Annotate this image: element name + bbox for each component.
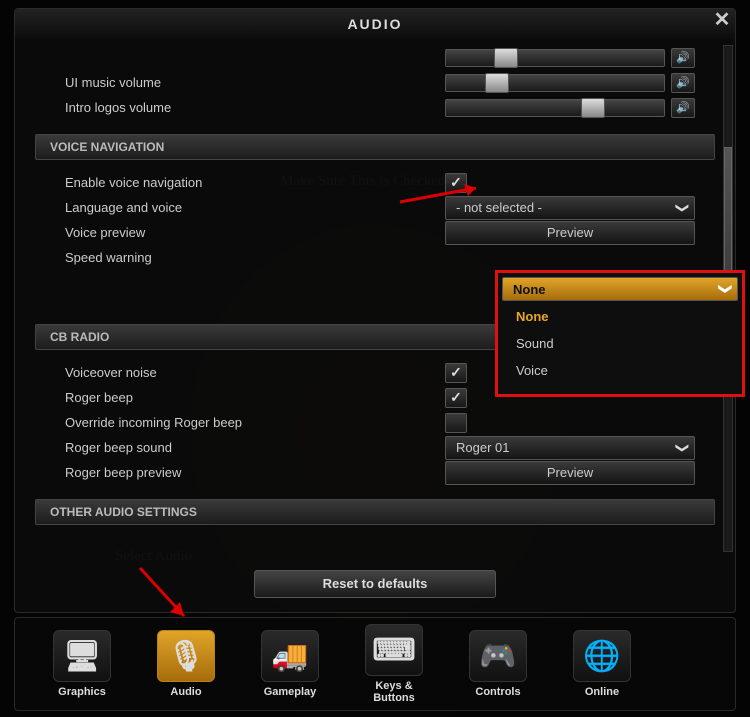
nav-controls[interactable]: 🎮 Controls xyxy=(461,630,535,698)
checkbox-roger-beep[interactable]: ✓ xyxy=(445,388,467,408)
row-speed-warning: Speed warning xyxy=(15,245,735,270)
row-voice-preview: Voice preview Preview xyxy=(15,220,735,245)
option-voice[interactable]: Voice xyxy=(502,357,738,384)
close-button[interactable]: ✕ xyxy=(709,7,737,35)
row-roger-sound: Roger beep sound Roger 01 ❯ xyxy=(15,435,735,460)
section-other-audio: OTHER AUDIO SETTINGS xyxy=(35,499,715,525)
truck-icon: 🚚 xyxy=(261,630,319,682)
label-roger-preview: Roger beep preview xyxy=(65,465,445,480)
slider-ui-music[interactable] xyxy=(445,74,665,92)
chevron-down-icon: ❯ xyxy=(718,284,734,295)
dropdown-language-voice[interactable]: - not selected - ❯ xyxy=(445,196,695,220)
nav-keys-buttons[interactable]: ⌨ Keys & Buttons xyxy=(357,624,431,704)
chevron-down-icon: ❯ xyxy=(675,442,691,453)
reset-row: Reset to defaults xyxy=(15,570,735,598)
button-voice-preview[interactable]: Preview xyxy=(445,221,695,245)
option-sound[interactable]: Sound xyxy=(502,330,738,357)
checkbox-override-roger[interactable] xyxy=(445,413,467,433)
dropdown-roger-sound[interactable]: Roger 01 ❯ xyxy=(445,436,695,460)
row-override-roger: Override incoming Roger beep xyxy=(15,410,735,435)
row-intro-logos: Intro logos volume 🔊 xyxy=(15,95,735,120)
slider-cutoff[interactable] xyxy=(445,49,665,67)
wheel-icon: 🎮 xyxy=(469,630,527,682)
slider-intro-logos[interactable] xyxy=(445,99,665,117)
label-speed-warning: Speed warning xyxy=(65,250,445,265)
row-enable-voice-nav: Enable voice navigation ✓ xyxy=(15,170,735,195)
nav-gameplay[interactable]: 🚚 Gameplay xyxy=(253,630,327,698)
mute-button[interactable]: 🔊 xyxy=(671,48,695,68)
bottom-nav: 🖥 Graphics 🎙 Audio 🚚 Gameplay ⌨ Keys & B… xyxy=(14,617,736,711)
label-language-voice: Language and voice xyxy=(65,200,445,215)
label-enable-voice-nav: Enable voice navigation xyxy=(65,175,445,190)
reset-defaults-button[interactable]: Reset to defaults xyxy=(254,570,496,598)
row-ui-music: UI music volume 🔊 xyxy=(15,70,735,95)
keyboard-icon: ⌨ xyxy=(365,624,423,676)
mute-button[interactable]: 🔊 xyxy=(671,73,695,93)
row-language-voice: Language and voice - not selected - ❯ xyxy=(15,195,735,220)
panel-title: AUDIO xyxy=(347,16,402,32)
label-roger-sound: Roger beep sound xyxy=(65,440,445,455)
label-intro-logos: Intro logos volume xyxy=(65,100,445,115)
option-none[interactable]: None xyxy=(502,303,738,330)
row-roger-preview: Roger beep preview Preview xyxy=(15,460,735,485)
globe-icon: 🌐 xyxy=(573,630,631,682)
nav-audio[interactable]: 🎙 Audio xyxy=(149,630,223,698)
mute-button[interactable]: 🔊 xyxy=(671,98,695,118)
label-roger-beep: Roger beep xyxy=(65,390,445,405)
label-ui-music: UI music volume xyxy=(65,75,445,90)
monitor-icon: 🖥 xyxy=(53,630,111,682)
label-override-roger: Override incoming Roger beep xyxy=(65,415,445,430)
label-voiceover-noise: Voiceover noise xyxy=(65,365,445,380)
microphone-icon: 🎙 xyxy=(157,630,215,682)
button-roger-preview[interactable]: Preview xyxy=(445,461,695,485)
nav-online[interactable]: 🌐 Online xyxy=(565,630,639,698)
settings-panel: AUDIO ✕ 🔊 UI music volume 🔊 Intro logos … xyxy=(14,8,736,613)
panel-title-bar: AUDIO ✕ xyxy=(15,9,735,39)
dropdown-speed-warning-open: None ❯ None Sound Voice xyxy=(495,270,745,397)
nav-graphics[interactable]: 🖥 Graphics xyxy=(45,630,119,698)
checkbox-voiceover-noise[interactable]: ✓ xyxy=(445,363,467,383)
section-voice-navigation: VOICE NAVIGATION xyxy=(35,134,715,160)
chevron-down-icon: ❯ xyxy=(675,202,691,213)
checkbox-enable-voice-nav[interactable]: ✓ xyxy=(445,173,467,193)
dropdown-speed-warning[interactable]: None ❯ xyxy=(502,277,738,301)
row-cut-off: 🔊 xyxy=(15,45,735,70)
label-voice-preview: Voice preview xyxy=(65,225,445,240)
